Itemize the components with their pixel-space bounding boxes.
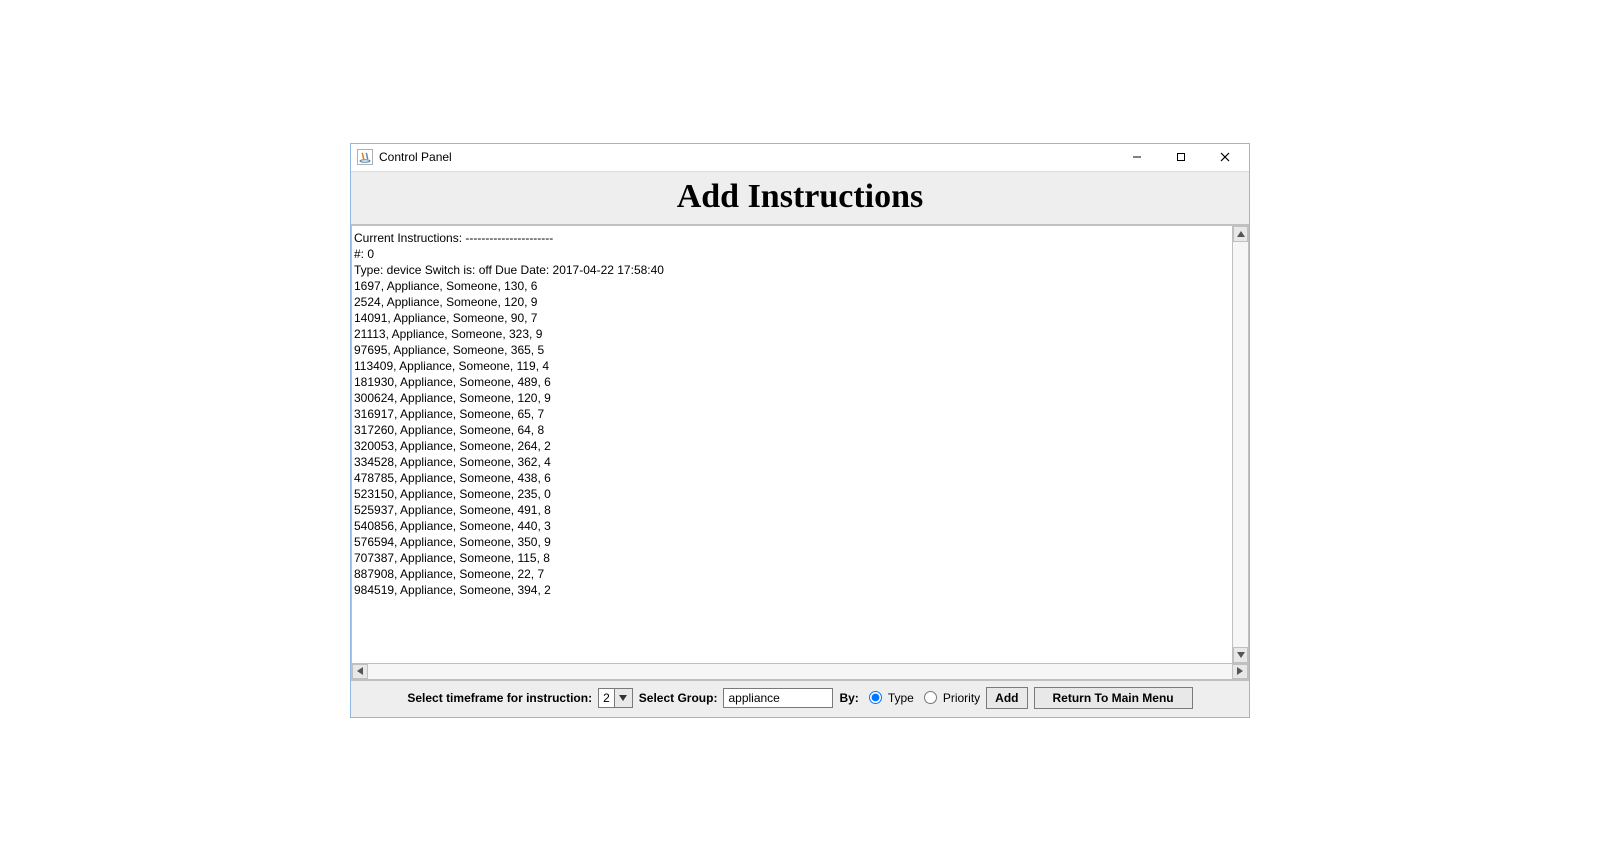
footer-toolbar: Select timeframe for instruction: 2 Sele… [351,680,1249,717]
by-label: By: [839,691,858,705]
page-header: Add Instructions [351,172,1249,225]
radio-type-label: Type [888,691,914,705]
window-title: Control Panel [379,150,1115,164]
vertical-scrollbar[interactable] [1232,226,1248,663]
app-window: Control Panel Add Instructions Current I… [350,143,1250,718]
timeframe-combobox[interactable]: 2 [598,688,633,708]
horizontal-scrollbar[interactable] [352,663,1248,679]
radio-type[interactable] [869,691,882,704]
return-main-menu-button[interactable]: Return To Main Menu [1034,687,1193,709]
page-title: Add Instructions [351,178,1249,216]
scroll-right-button[interactable] [1232,664,1248,679]
vertical-scroll-track[interactable] [1233,242,1248,647]
close-button[interactable] [1203,144,1247,170]
instructions-viewport: Current Instructions: ------------------… [351,225,1249,680]
minimize-button[interactable] [1115,144,1159,170]
window-controls [1115,144,1247,170]
radio-priority[interactable] [924,691,937,704]
group-label: Select Group: [639,691,718,705]
scroll-up-button[interactable] [1233,226,1248,242]
instructions-textarea[interactable]: Current Instructions: ------------------… [352,226,1232,663]
maximize-button[interactable] [1159,144,1203,170]
scroll-down-button[interactable] [1233,647,1248,663]
timeframe-value: 2 [599,689,614,707]
chevron-down-icon[interactable] [614,689,632,707]
content-area: Current Instructions: ------------------… [351,225,1249,680]
horizontal-scroll-track[interactable] [368,664,1232,679]
add-button[interactable]: Add [986,687,1027,709]
timeframe-label: Select timeframe for instruction: [407,691,592,705]
radio-priority-label: Priority [943,691,980,705]
scroll-left-button[interactable] [352,664,368,679]
titlebar: Control Panel [351,144,1249,172]
java-icon [357,149,373,165]
by-group: By: Type Priority [839,691,980,705]
group-input[interactable] [723,688,833,708]
